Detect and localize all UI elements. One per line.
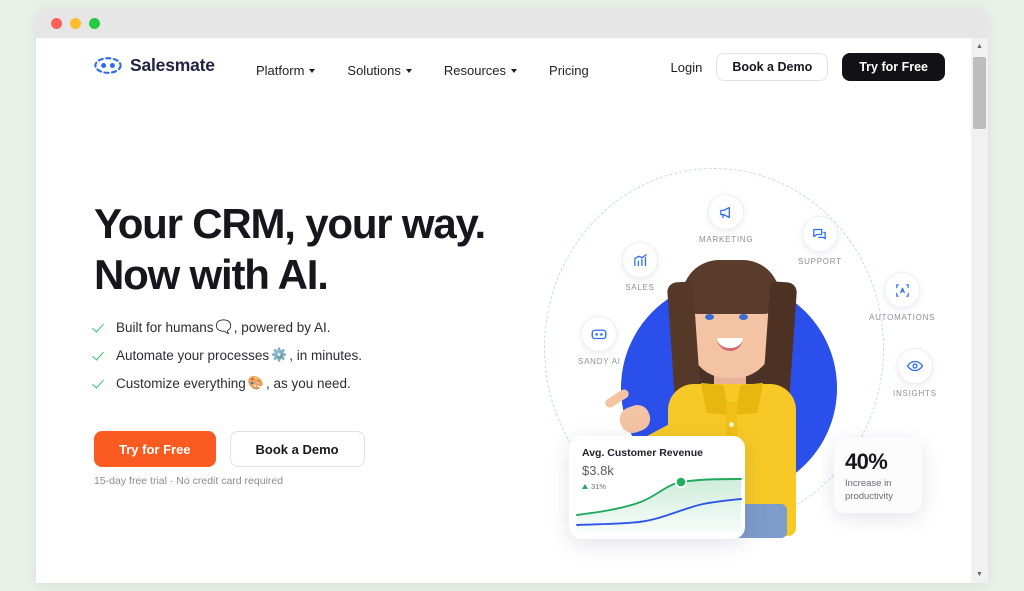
gear-emoji-icon: ⚙️	[271, 347, 288, 362]
maximize-window-button[interactable]	[89, 17, 100, 29]
nav-item-pricing[interactable]: Pricing	[549, 63, 589, 78]
bar-chart-up-icon	[622, 242, 658, 278]
stat-caption: Increase in productivity	[845, 478, 894, 502]
check-icon	[94, 322, 107, 332]
revenue-sparkline-chart	[576, 475, 742, 533]
page-scrollbar[interactable]: ▲ ▼	[971, 38, 988, 583]
chevron-down-icon	[405, 69, 412, 73]
browser-window: Salesmate Platform Solutions Resources P…	[36, 8, 988, 583]
feature-text: Automate your processes	[116, 347, 270, 363]
try-for-free-button-header[interactable]: Try for Free	[842, 53, 945, 81]
nav-label: Resources	[443, 63, 507, 78]
feature-text-after: , powered by AI.	[233, 319, 331, 335]
page-content: Salesmate Platform Solutions Resources P…	[36, 38, 971, 583]
hero-graphic: MARKETING SUPPORT AUTOMATIONS INSIGHTS S…	[496, 148, 936, 568]
chart-data-point-marker	[674, 475, 688, 489]
window-title-bar	[36, 8, 988, 38]
orbit-badge-support[interactable]: SUPPORT	[798, 216, 842, 266]
robot-face-icon	[581, 316, 618, 352]
speech-bubble-emoji-icon: 🗨️	[215, 319, 232, 334]
badge-label: SUPPORT	[798, 257, 842, 266]
close-window-button[interactable]	[51, 17, 62, 29]
trial-note: 15-day free trial · No credit card requi…	[94, 475, 284, 487]
productivity-stat-card: 40% Increase in productivity	[834, 438, 922, 513]
chevron-down-icon	[511, 69, 518, 73]
nav-item-solutions[interactable]: Solutions	[347, 63, 412, 78]
orbit-badge-insights[interactable]: INSIGHTS	[893, 348, 937, 398]
browser-viewport: Salesmate Platform Solutions Resources P…	[36, 38, 988, 583]
nav-label: Pricing	[549, 63, 589, 78]
feature-text-after: , as you need.	[266, 375, 351, 391]
book-a-demo-button-hero[interactable]: Book a Demo	[229, 431, 365, 467]
minimize-window-button[interactable]	[70, 17, 81, 29]
feature-list-item: Customize everything 🎨 , as you need.	[94, 375, 362, 391]
salesmate-logo-icon	[94, 57, 122, 74]
nav-item-resources[interactable]: Resources	[443, 63, 518, 78]
feature-text: Customize everything	[116, 375, 246, 391]
badge-label: SALES	[625, 283, 655, 292]
orbit-badge-sandy-ai[interactable]: SANDY AI	[578, 316, 621, 366]
eye-icon	[896, 348, 933, 384]
avg-customer-revenue-card: Avg. Customer Revenue $3.8k 31%	[569, 436, 745, 539]
check-icon	[94, 378, 107, 388]
chart-card-title: Avg. Customer Revenue	[582, 447, 703, 459]
palette-emoji-icon: 🎨	[247, 375, 264, 390]
megaphone-icon	[708, 194, 745, 230]
chevron-down-icon	[309, 69, 316, 73]
check-icon	[94, 350, 107, 360]
feature-text-after: , in minutes.	[289, 347, 363, 363]
scroll-up-arrow-icon[interactable]: ▲	[971, 38, 988, 55]
try-for-free-button-hero[interactable]: Try for Free	[94, 431, 216, 467]
site-header: Salesmate Platform Solutions Resources P…	[36, 38, 971, 100]
orbit-badge-sales[interactable]: SALES	[622, 242, 658, 292]
scroll-down-arrow-icon[interactable]: ▼	[971, 566, 988, 583]
main-navigation: Platform Solutions Resources Pricing	[256, 63, 589, 78]
feature-text: Built for humans	[116, 319, 214, 335]
orbit-badge-automations[interactable]: AUTOMATIONS	[869, 272, 935, 322]
stat-number: 40%	[845, 449, 888, 474]
automation-loop-icon	[884, 272, 921, 308]
salesmate-logo[interactable]: Salesmate	[94, 55, 215, 76]
chat-bubbles-icon	[801, 216, 838, 252]
login-link[interactable]: Login	[671, 60, 703, 75]
salesmate-logo-text: Salesmate	[130, 55, 215, 75]
badge-label: MARKETING	[699, 235, 754, 244]
nav-label: Solutions	[347, 63, 401, 78]
hero-feature-list: Built for humans 🗨️ , powered by AI. Aut…	[94, 319, 362, 403]
badge-label: SANDY AI	[578, 357, 621, 366]
feature-list-item: Built for humans 🗨️ , powered by AI.	[94, 319, 362, 335]
badge-label: AUTOMATIONS	[869, 313, 936, 322]
hero-heading: Your CRM, your way. Now with AI.	[94, 200, 486, 298]
orbit-badge-marketing[interactable]: MARKETING	[699, 194, 753, 244]
book-a-demo-button-header[interactable]: Book a Demo	[716, 53, 829, 81]
badge-label: INSIGHTS	[893, 389, 937, 398]
nav-label: Platform	[256, 63, 305, 78]
nav-item-platform[interactable]: Platform	[256, 63, 316, 78]
hero-cta-group: Try for Free Book a Demo	[94, 431, 365, 467]
header-actions: Login Book a Demo Try for Free	[671, 53, 945, 81]
scrollbar-thumb[interactable]	[973, 57, 986, 129]
feature-list-item: Automate your processes ⚙️ , in minutes.	[94, 347, 362, 363]
